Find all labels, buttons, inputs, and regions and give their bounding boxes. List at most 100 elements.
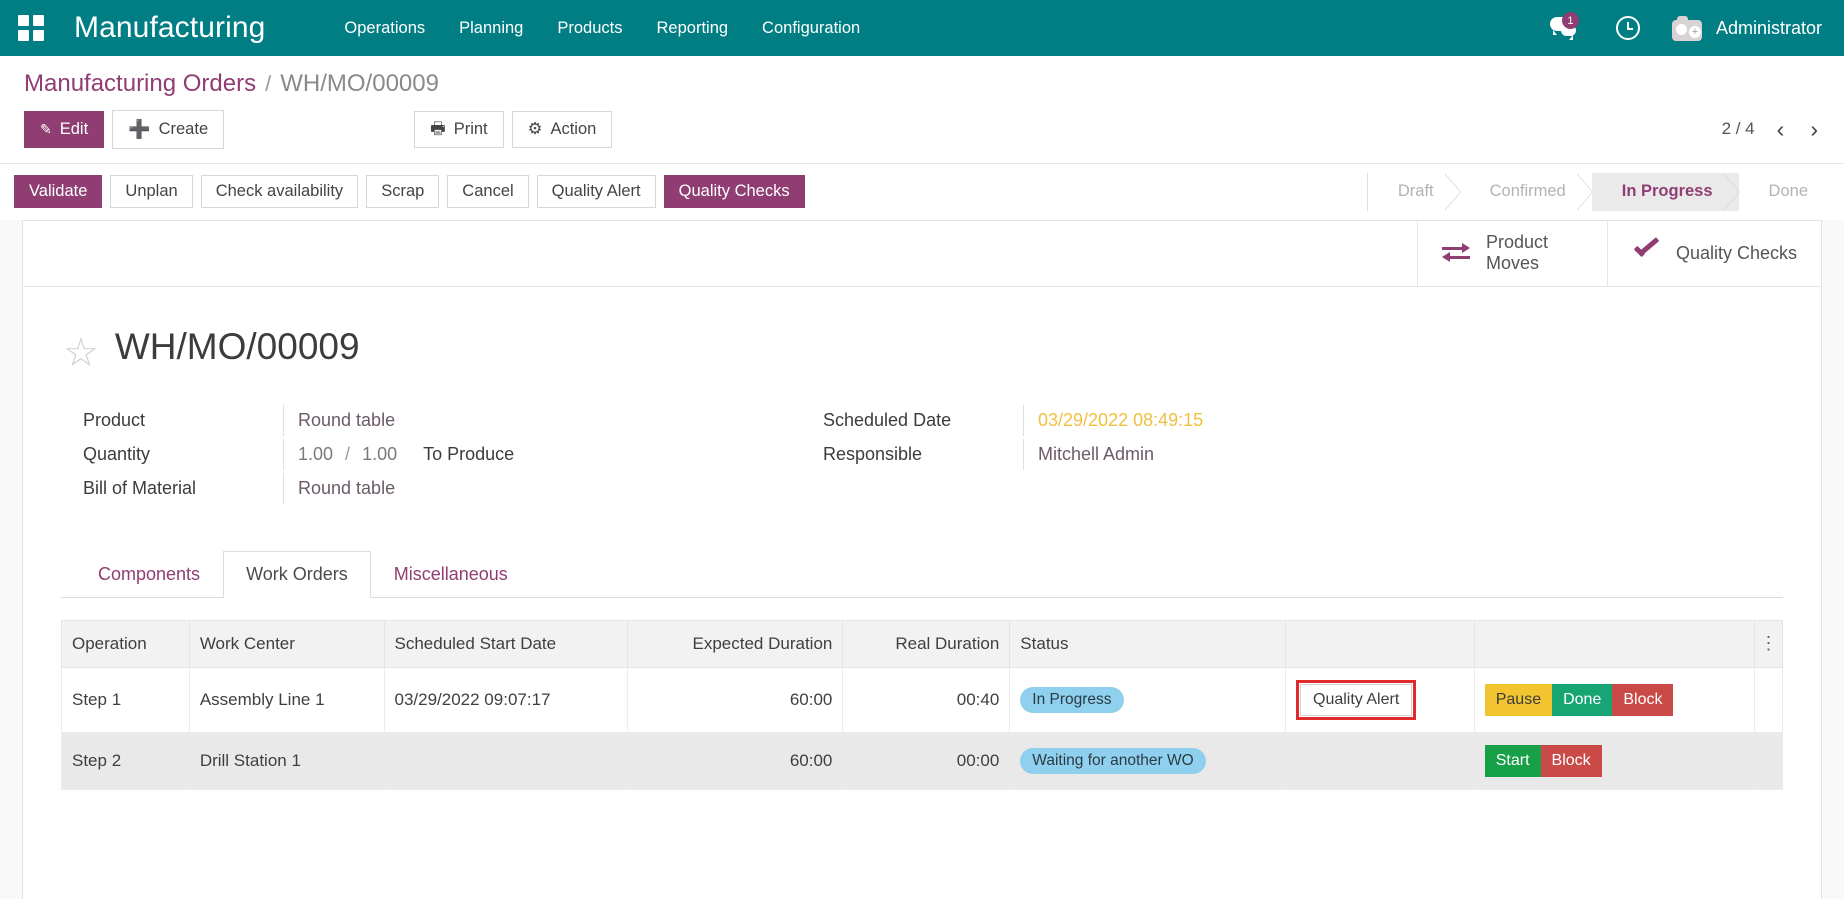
cancel-button[interactable]: Cancel [447,175,528,208]
create-button-label: Create [159,119,209,140]
cell-operation: Step 1 [62,667,190,732]
field-quantity-total[interactable]: 1.00 [362,444,397,465]
stage-done[interactable]: Done [1739,173,1834,211]
action-button[interactable]: ⚙ Action [512,111,613,148]
camera-avatar-icon: + [1672,16,1704,41]
menu-item-configuration[interactable]: Configuration [745,11,877,46]
menu-item-reporting[interactable]: Reporting [640,11,746,46]
edit-button[interactable]: ✎ Edit [24,111,104,148]
done-button[interactable]: Done [1552,684,1612,716]
field-bill-of-material-label: Bill of Material [83,473,283,504]
exchange-arrows-icon [1442,241,1472,265]
column-header-work-center[interactable]: Work Center [189,620,384,667]
menu-item-products[interactable]: Products [540,11,639,46]
work-orders-table: Operation Work Center Scheduled Start Da… [61,620,1783,790]
messages-button[interactable]: 1 [1532,0,1598,56]
column-header-status[interactable]: Status [1010,620,1286,667]
stage-done-label: Done [1769,182,1808,201]
cell-row-options [1755,732,1783,789]
field-product: Product Round table [83,405,763,439]
field-scheduled-date-label: Scheduled Date [823,405,1023,436]
pencil-icon: ✎ [40,121,52,139]
field-responsible-label: Responsible [823,439,1023,470]
control-panel: ✎ Edit ➕ Create 🖶 Print ⚙ Action 2 / 4 ‹… [0,98,1844,163]
page-title: WH/MO/00009 [115,326,360,368]
check-availability-button[interactable]: Check availability [201,175,358,208]
pager-next-icon[interactable]: › [1806,116,1822,143]
notebook: Components Work Orders Miscellaneous Ope… [61,551,1783,790]
stage-draft[interactable]: Draft [1368,173,1460,211]
activities-button[interactable] [1598,0,1658,56]
cell-quality-alert: Quality Alert [1286,667,1475,732]
status-badge: In Progress [1020,687,1123,713]
cell-scheduled-start-date [384,732,628,789]
menu-item-operations[interactable]: Operations [327,11,442,46]
field-scheduled-date-value[interactable]: 03/29/2022 08:49:15 [1038,410,1203,431]
pager-previous-icon[interactable]: ‹ [1773,116,1789,143]
validate-button[interactable]: Validate [14,175,102,208]
stage-confirmed[interactable]: Confirmed [1460,173,1592,211]
work-orders-table-head: Operation Work Center Scheduled Start Da… [62,620,1783,667]
edit-button-label: Edit [60,119,88,140]
column-header-operation[interactable]: Operation [62,620,190,667]
cell-actions: Start Block [1474,732,1754,789]
tab-miscellaneous[interactable]: Miscellaneous [371,551,531,598]
form-fields-left-column: Product Round table Quantity 1.00 / 1.00… [83,405,763,507]
tab-work-orders[interactable]: Work Orders [223,551,371,598]
plus-icon: ➕ [128,118,150,141]
stage-arrow-inner-icon [1723,173,1739,211]
column-header-real-duration[interactable]: Real Duration [843,620,1010,667]
scrap-button[interactable]: Scrap [366,175,439,208]
form-sheet-background: Product Moves Quality Checks ☆ WH/MO/000… [0,220,1844,899]
field-bill-of-material-value[interactable]: Round table [298,478,395,499]
table-row[interactable]: Step 1 Assembly Line 1 03/29/2022 09:07:… [62,667,1783,732]
breadcrumb: Manufacturing Orders / WH/MO/00009 [0,56,1844,98]
unplan-button[interactable]: Unplan [110,175,192,208]
create-button[interactable]: ➕ Create [112,110,224,149]
smart-button-quality-checks[interactable]: Quality Checks [1607,221,1821,286]
row-quality-alert-button[interactable]: Quality Alert [1300,684,1412,716]
smart-button-line1: Product [1486,232,1548,252]
cell-operation: Step 2 [62,732,190,789]
gear-icon: ⚙ [528,119,543,140]
stage-in-progress-label: In Progress [1622,182,1713,201]
field-scheduled-date-value-cell: 03/29/2022 08:49:15 [1023,405,1443,436]
menu-item-planning[interactable]: Planning [442,11,540,46]
field-product-label: Product [83,405,283,436]
quality-alert-button[interactable]: Quality Alert [537,175,656,208]
block-button[interactable]: Block [1612,684,1673,716]
column-header-scheduled-start-date[interactable]: Scheduled Start Date [384,620,628,667]
breadcrumb-root-link[interactable]: Manufacturing Orders [24,70,256,98]
stage-in-progress[interactable]: In Progress [1592,173,1739,211]
field-bill-of-material: Bill of Material Round table [83,473,763,507]
apps-grid-icon[interactable] [14,11,48,45]
cell-expected-duration: 60:00 [628,732,843,789]
pause-button[interactable]: Pause [1485,684,1552,716]
form-fields-right-column: Scheduled Date 03/29/2022 08:49:15 Respo… [763,405,1443,507]
user-menu[interactable]: + Administrator [1658,0,1822,56]
start-button[interactable]: Start [1485,745,1541,777]
cell-row-options [1755,667,1783,732]
optional-columns-toggle[interactable]: ⋮ [1755,620,1783,667]
breadcrumb-separator: / [265,71,271,97]
smart-button-product-moves[interactable]: Product Moves [1417,221,1607,286]
vertical-dots-icon: ⋮ [1760,641,1778,646]
print-button[interactable]: 🖶 Print [414,111,504,148]
pager: 2 / 4 ‹ › [1722,116,1822,143]
field-product-value[interactable]: Round table [298,410,395,431]
notebook-tabs: Components Work Orders Miscellaneous [61,551,1783,598]
column-header-expected-duration[interactable]: Expected Duration [628,620,843,667]
block-button[interactable]: Block [1541,745,1602,777]
stage-arrow-inner-icon [1576,173,1592,211]
field-quantity-produced[interactable]: 1.00 [298,444,333,465]
quality-checks-button[interactable]: Quality Checks [664,175,805,208]
printer-icon: 🖶 [430,119,446,140]
status-stages: Draft Confirmed In Progress Done [1367,173,1834,211]
app-brand-title[interactable]: Manufacturing [74,11,265,45]
table-row[interactable]: Step 2 Drill Station 1 60:00 00:00 Waiti… [62,732,1783,789]
field-quantity-value-cell: 1.00 / 1.00 To Produce [283,439,763,470]
stage-confirmed-label: Confirmed [1490,182,1566,201]
star-outline-icon[interactable]: ☆ [63,333,99,373]
tab-components[interactable]: Components [75,551,223,598]
field-responsible-value[interactable]: Mitchell Admin [1038,444,1154,465]
